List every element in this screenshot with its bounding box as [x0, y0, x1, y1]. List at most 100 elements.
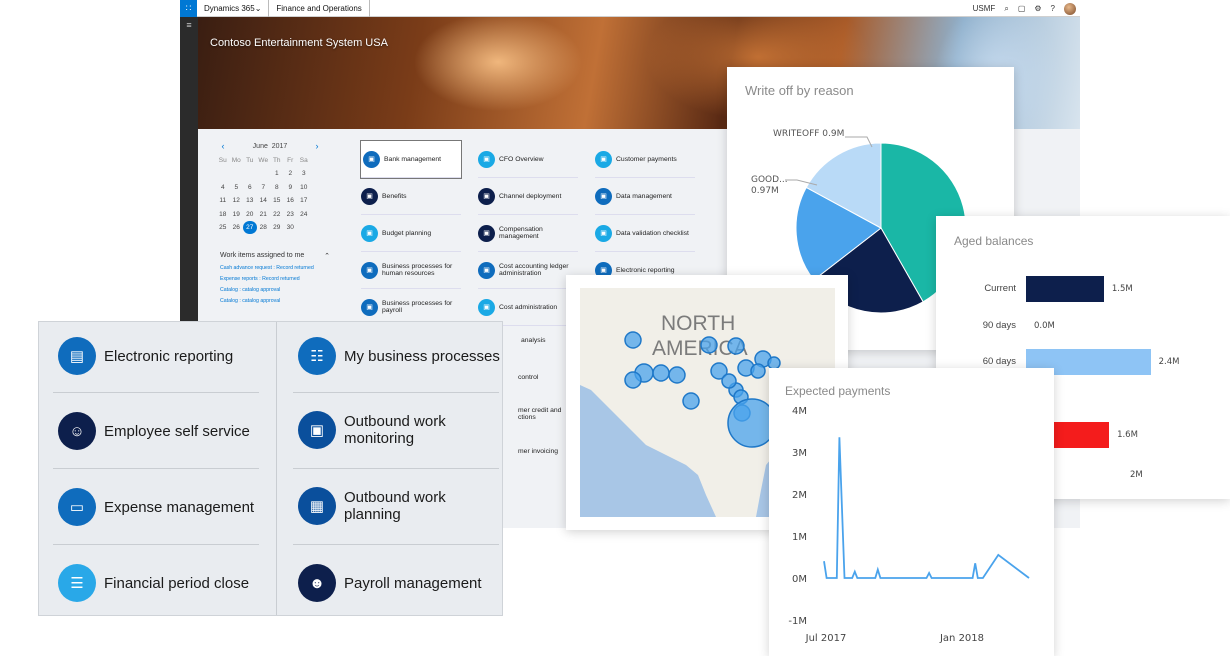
chevron-left-icon[interactable]: ‹ [216, 141, 230, 151]
y-tick-label: 4M [792, 406, 807, 417]
calendar-day[interactable]: 11 [216, 194, 230, 207]
calendar-day[interactable]: 26 [230, 221, 244, 234]
chat-icon[interactable]: ▢ [1018, 4, 1026, 13]
work-item-link[interactable]: Expense reports : Record returned [220, 276, 330, 282]
map-bubble[interactable] [624, 371, 642, 389]
work-items-header[interactable]: Work items assigned to me ⌃ [220, 252, 330, 260]
tile-payroll-management[interactable]: ☻ Payroll management [298, 564, 482, 602]
workspace-tile[interactable]: ▣ Budget planning [361, 215, 461, 252]
calendar-day[interactable]: 15 [270, 194, 284, 207]
tile-financial-period-close[interactable]: ☰ Financial period close [58, 564, 249, 602]
calendar-day[interactable]: 13 [243, 194, 257, 207]
calendar-day[interactable]: 30 [284, 221, 298, 234]
calendar-day[interactable]: 18 [216, 208, 230, 221]
workspace-tile[interactable]: ▣ Cost accounting ledger administration [478, 252, 578, 289]
tile-employee-self-service[interactable]: ☺ Employee self service [58, 412, 250, 450]
workspace-tile[interactable]: ▣ Channel deployment [478, 178, 578, 215]
settings-icon[interactable]: ⚙ [1034, 4, 1041, 13]
calendar-day[interactable]: 17 [297, 194, 311, 207]
calendar-day[interactable]: 16 [284, 194, 298, 207]
chevron-right-icon[interactable]: › [310, 141, 324, 151]
tile-icon: ▣ [361, 224, 378, 242]
tile-fragment[interactable]: mer invoicing [518, 448, 558, 455]
workspace-tile[interactable]: ▣ CFO Overview [478, 141, 578, 178]
calendar-day[interactable]: 8 [270, 181, 284, 194]
calendar-day[interactable]: 22 [270, 208, 284, 221]
tile-electronic-reporting[interactable]: ▤ Electronic reporting [58, 337, 233, 375]
calendar-day[interactable]: 21 [257, 208, 271, 221]
calendar-day[interactable]: 28 [257, 221, 271, 234]
expected-payments-card[interactable]: Expected payments 4M 3M 2M 1M 0M -1M Jul 2017 J… [769, 368, 1054, 656]
map-bubble[interactable] [652, 364, 670, 382]
map-bubble[interactable] [727, 337, 745, 355]
company-picker[interactable]: USMF [973, 4, 996, 13]
calendar-day[interactable]: 23 [284, 208, 298, 221]
tile-outbound-work-monitoring[interactable]: ▣ Outbound work monitoring [298, 411, 474, 449]
map-bubble[interactable] [700, 336, 718, 354]
work-item-link[interactable]: Catalog : catalog approval [220, 287, 330, 293]
bar[interactable] [1026, 276, 1104, 302]
workspace-tile[interactable]: ▣ Compensation management [478, 215, 578, 252]
map-bubble[interactable] [624, 331, 642, 349]
calendar-day[interactable]: 19 [230, 208, 244, 221]
calendar-day[interactable]: 2 [284, 167, 298, 180]
app-launcher-icon[interactable]: ∷ [180, 0, 197, 17]
workspace-tile[interactable]: ▣ Data management [595, 178, 695, 215]
workspace-tile[interactable]: ▣ Bank management [360, 140, 462, 179]
calendar-day[interactable]: 10 [297, 181, 311, 194]
app-name[interactable]: Dynamics 365 ⌄ [197, 0, 270, 17]
calendar-day[interactable]: 9 [284, 181, 298, 194]
work-item-link[interactable]: Catalog : catalog approval [220, 298, 330, 304]
tile-expense-management[interactable]: ▭ Expense management [58, 488, 254, 526]
calendar-day[interactable]: 14 [257, 194, 271, 207]
divider [53, 468, 259, 469]
calendar-day[interactable]: 3 [297, 167, 311, 180]
calendar-day[interactable]: 20 [243, 208, 257, 221]
hamburger-menu-icon[interactable]: ≡ [180, 20, 198, 30]
chevron-up-icon[interactable]: ⌃ [324, 252, 330, 260]
expected-payments-chart: 4M 3M 2M 1M 0M -1M Jul 2017 Jan 2018 [788, 406, 1030, 644]
avatar[interactable] [1064, 2, 1076, 15]
tile-outbound-work-planning[interactable]: ▦ Outbound work planning [298, 487, 474, 525]
calendar-day[interactable]: 7 [257, 181, 271, 194]
map-bubble[interactable] [682, 392, 700, 410]
tile-label: My business processes [344, 347, 500, 365]
tile-label: Budget planning [382, 229, 432, 237]
calendar-day[interactable]: 27 [243, 220, 257, 235]
tile-icon: ▣ [478, 187, 495, 205]
calendar-day[interactable]: 1 [270, 167, 284, 180]
calendar-day[interactable]: 24 [297, 208, 311, 221]
bar-value-label: 0.0M [1034, 321, 1055, 331]
work-item-link[interactable]: Cash advance request : Record returned [220, 265, 330, 271]
calendar-year-label: 2017 [271, 142, 288, 150]
tile-label: Expense management [104, 498, 255, 516]
tile-icon: ▣ [363, 150, 380, 168]
help-icon[interactable]: ? [1051, 4, 1055, 13]
tile-my-business-processes[interactable]: ☷ My business processes [298, 337, 500, 375]
tile-icon: ▣ [478, 298, 495, 316]
calendar-day[interactable]: 5 [230, 181, 244, 194]
tile-label: Customer payments [616, 155, 677, 163]
workspace-tile[interactable]: ▣ Data validation checklist [595, 215, 695, 252]
id-card-icon: ☷ [298, 337, 336, 375]
calendar-day[interactable]: 4 [216, 181, 230, 194]
chart-title: Aged balances [954, 234, 1034, 248]
workspace-tile[interactable]: ▣ Benefits [361, 178, 461, 215]
calendar-empty [297, 221, 311, 234]
workspace-tile[interactable]: ▣ Business processes for human resources [361, 252, 461, 289]
module-name[interactable]: Finance and Operations [269, 0, 370, 17]
calendar-day[interactable]: 12 [230, 194, 244, 207]
map-bubble[interactable] [750, 363, 766, 379]
series-line[interactable] [823, 437, 1030, 579]
weekday-label: Su [218, 157, 227, 164]
tile-fragment[interactable]: control [518, 374, 538, 381]
search-icon[interactable]: ⌕ [1004, 4, 1008, 14]
calendar-day[interactable]: 25 [216, 221, 230, 234]
calendar-day[interactable]: 29 [270, 221, 284, 234]
workspace-tiles-panel: ▤ Electronic reporting ☺ Employee self s… [38, 321, 503, 616]
workspace-tile[interactable]: ▣ Customer payments [595, 141, 695, 178]
map-bubble[interactable] [668, 366, 686, 384]
tile-fragment[interactable]: analysis [521, 337, 546, 344]
calendar-day[interactable]: 6 [243, 181, 257, 194]
map-bubble[interactable] [721, 373, 737, 389]
